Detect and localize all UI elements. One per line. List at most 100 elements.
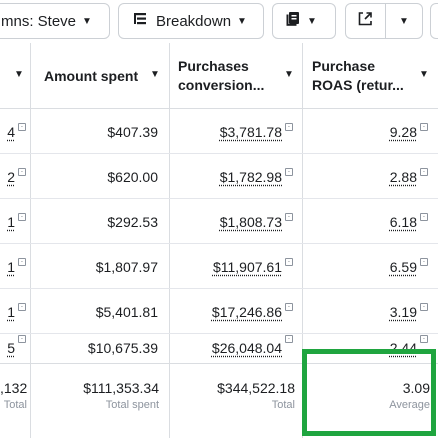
info-icon: · [18,257,26,266]
info-icon: · [285,212,293,221]
chevron-down-icon: ▼ [150,69,160,80]
cell-value: 2.88 [389,168,417,185]
table-row: 4 · $407.39 $3,781.78 · 9.28 · [0,109,438,154]
total-value: $344,522.18 [217,380,295,396]
reports-dropdown-button[interactable]: ▼ [272,3,336,39]
cell-value: $10,675.39 [87,340,158,356]
export-button-group: ▼ [345,3,423,39]
header-label: Purchases conversion... [178,57,264,95]
header-label: Purchase ROAS (retur... [312,57,404,95]
cell-left: 1 · [0,244,26,289]
cell-roas: 2.88 · [302,154,428,199]
total-amount-spent: $111,353.34 Total spent [30,364,159,438]
info-icon: · [420,302,428,311]
cell-conversion: $26,048.04 · [169,334,293,364]
table-row: 2 · $620.00 $1,782.98 · 2.88 · [0,154,438,199]
cell-conversion: $1,782.98 · [169,154,293,199]
info-icon: · [420,335,428,343]
info-icon: · [18,122,26,131]
cell-roas: 6.18 · [302,199,428,244]
cell-value: 5 [7,340,15,356]
info-icon: · [420,167,428,176]
toolbar: mns: Steve ▼ Breakdown ▼ ▼ ▼ [0,0,438,43]
chevron-down-icon: ▼ [82,15,92,27]
export-button[interactable] [346,4,385,38]
reports-icon [285,11,301,31]
info-icon: · [420,212,428,221]
cell-left: 1 · [0,289,26,334]
total-value: $111,353.34 [83,380,159,396]
columns-dropdown-button[interactable]: mns: Steve ▼ [0,3,110,39]
header-purchase-roas[interactable]: Purchase ROAS (retur... ▼ [312,43,438,109]
info-icon: · [285,335,293,343]
chevron-down-icon: ▼ [307,15,317,27]
total-value: ,132 [0,380,28,396]
cell-roas: 3.19 · [302,289,428,334]
table-row: 1 · $292.53 $1,808.73 · 6.18 · [0,199,438,244]
table-row: 1 · $1,807.97 $11,907.61 · 6.59 · [0,244,438,289]
cell-value: 1 [7,213,15,230]
cell-value: 9.28 [389,123,417,140]
header-purchases-conversion[interactable]: Purchases conversion... ▼ [178,43,302,109]
cell-amount: $620.00 [30,154,158,199]
header-label-line2: ROAS (retur... [312,77,404,93]
info-icon: · [18,335,26,343]
cell-value: $11,907.61 [212,258,282,275]
cell-value: 6.18 [389,213,417,230]
header-left-sort[interactable]: ▼ [0,43,30,109]
cell-value: $292.53 [107,213,158,230]
cell-left: 1 · [0,199,26,244]
cell-value: $3,781.78 [219,123,282,140]
info-icon: · [285,302,293,311]
header-amount-spent[interactable]: Amount spent ▼ [44,43,169,109]
cell-value: $26,048.04 [211,340,282,356]
cell-value: 1 [7,258,15,275]
info-icon: · [285,122,293,131]
more-button[interactable] [430,3,438,39]
cell-value: $620.00 [107,168,158,185]
columns-label: mns: Steve [1,12,77,30]
cell-conversion: $3,781.78 · [169,109,293,154]
info-icon: · [18,167,26,176]
cell-amount: $5,401.81 [30,289,158,334]
cell-left: 4 · [0,109,26,154]
chevron-down-icon: ▼ [237,15,247,27]
info-icon: · [18,212,26,221]
cell-value: 2 [7,168,15,185]
chevron-down-icon: ▼ [399,15,409,27]
cell-value: $1,807.97 [95,258,158,275]
cell-amount: $1,807.97 [30,244,158,289]
cell-left: 5 · [0,334,26,364]
header-label-line1: Purchase [312,58,376,74]
info-icon: · [420,122,428,131]
cell-left: 2 · [0,154,26,199]
cell-value: $1,782.98 [219,168,282,185]
total-label: Total spent [105,399,159,411]
info-icon: · [285,257,293,266]
cell-amount: $292.53 [30,199,158,244]
chevron-down-icon: ▼ [14,69,24,80]
cell-conversion: $17,246.86 · [169,289,293,334]
total-label: Total [3,399,27,411]
breakdown-dropdown-button[interactable]: Breakdown ▼ [118,3,264,39]
cell-amount: $407.39 [30,109,158,154]
cell-amount: $10,675.39 [30,334,158,364]
cell-value: 1 [7,303,15,320]
header-label: Amount spent [44,67,139,84]
info-icon: · [420,257,428,266]
cell-value: $407.39 [107,123,158,140]
cell-value: 4 [7,123,15,140]
info-icon: · [18,302,26,311]
export-dropdown-button[interactable]: ▼ [386,4,422,38]
cell-conversion: $11,907.61 · [169,244,293,289]
breakdown-label: Breakdown [156,12,232,30]
table-header: ▼ Amount spent ▼ Purchases conversion...… [0,43,438,109]
cell-value: 3.19 [389,303,417,320]
cell-value: 6.59 [389,258,417,275]
cell-roas: 9.28 · [302,109,428,154]
cell-conversion: $1,808.73 · [169,199,293,244]
table-row: 1 · $5,401.81 $17,246.86 · 3.19 · [0,289,438,334]
highlight-box [302,349,436,436]
header-label-line1: Purchases [178,58,249,74]
info-icon: · [285,167,293,176]
